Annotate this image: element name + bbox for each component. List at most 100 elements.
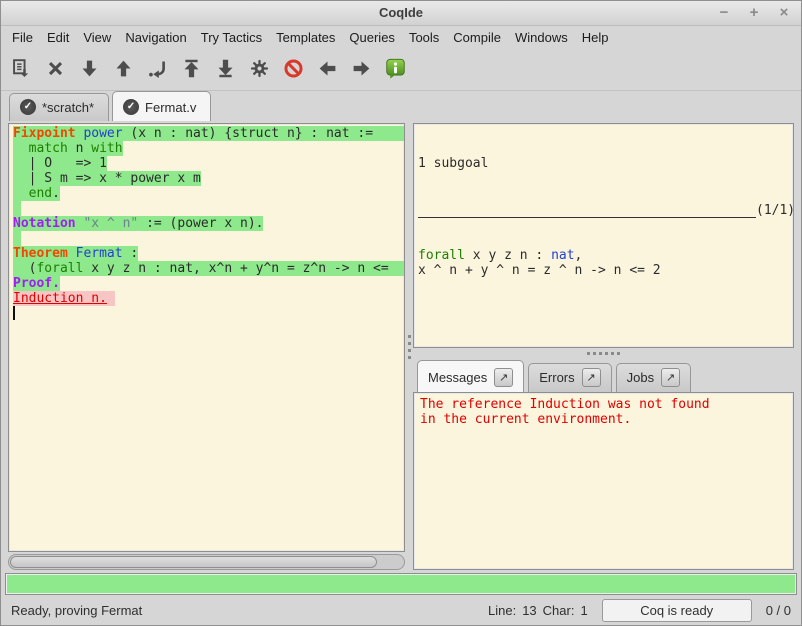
toolbar-button-info-bubble[interactable] [383,58,407,82]
code-line: | S m => x * power x m [13,171,404,186]
processed-blank-strip [13,231,21,246]
toolbar-button-page-with-down-arrow[interactable] [9,58,33,82]
goal-statement: forall x y z n : nat,x ^ n + y ^ n = z ^… [418,248,789,278]
toolbar-button-curved-arrow-to-dot[interactable] [145,58,169,82]
toolbar-button-arrow-to-top[interactable] [179,58,203,82]
processed-region: Fixpoint power (x n : nat) {struct n} : … [13,126,404,141]
detach-button[interactable]: ↗ [494,368,513,387]
code-segment: Notation [13,216,76,231]
code-line: | O => 1 [13,156,404,171]
titlebar[interactable]: CoqIde −+× [1,1,801,26]
toolbar-button-close-x[interactable] [43,58,67,82]
detach-button[interactable]: ↗ [661,368,680,387]
tab-errors[interactable]: Errors↗ [528,363,611,392]
code-segment: end [29,186,52,201]
toolbar-button-arrow-right[interactable] [349,58,373,82]
code-segment: with [91,141,122,156]
processed-region: (forall x y z n : nat, x^n + y^n = z^n -… [13,261,404,276]
menu-navigation[interactable]: Navigation [118,28,193,47]
scrollbar-thumb[interactable] [10,556,377,568]
menu-try-tactics[interactable]: Try Tactics [194,28,269,47]
window-controls: −+ × [715,2,793,24]
detach-button[interactable]: ↗ [582,368,601,387]
messages-notebook: Messages↗Errors↗Jobs↗ The reference Indu… [413,359,794,570]
code-segment: ( [13,261,36,276]
toolbar-button-arrow-up[interactable] [111,58,135,82]
code-segment: := (power x n). [138,216,263,231]
code-segment [13,186,29,201]
maximize-button[interactable]: + [745,2,763,24]
code-segment: "x ^ n" [83,216,138,231]
horizontal-splitter[interactable] [413,348,794,359]
menu-help[interactable]: Help [575,28,616,47]
processed-region: Notation "x ^ n" := (power x n). [13,216,263,231]
tab-messages[interactable]: Messages ↗ [417,360,524,392]
main-area: Fixpoint power (x n : nat) {struct n} : … [1,121,801,570]
horizontal-scrollbar[interactable] [8,554,405,570]
messages-tab-label: Messages [428,370,487,385]
vertical-splitter[interactable] [405,123,413,570]
minimize-button[interactable]: − [715,2,733,24]
status-bar: Ready, proving Fermat Line: 13 Char: 1 C… [1,596,801,625]
goal-pane[interactable]: 1 subgoal (1/1) forall x y z n : nat,x ^… [413,123,794,348]
code-segment: x ^ n + y ^ n = z ^ n -> n <= 2 [418,263,661,278]
goal-line: x ^ n + y ^ n = z ^ n -> n <= 2 [418,263,789,278]
tab-jobs[interactable]: Jobs↗ [616,363,691,392]
processed-region: | S m => x * power x m [13,171,201,186]
toolbar-button-prohibition[interactable] [281,58,305,82]
menu-view[interactable]: View [76,28,118,47]
messages-tab-bar: Messages↗Errors↗Jobs↗ [413,359,794,392]
code-segment: x y z n : nat, x^n + y^n = z^n -> n <= [83,261,388,276]
menu-file[interactable]: File [5,28,40,47]
progress-bar [5,573,797,595]
menu-queries[interactable]: Queries [342,28,402,47]
sentence-counter: 0 / 0 [766,603,791,618]
editor-tab-fermat-v[interactable]: ✓Fermat.v [112,91,211,121]
toolbar-button-arrow-down[interactable] [77,58,101,82]
toolbar-button-gear[interactable] [247,58,271,82]
code-segment: power [83,126,122,141]
menu-compile[interactable]: Compile [446,28,508,47]
coq-status-button[interactable]: Coq is ready [602,599,752,622]
coqide-window: CoqIde −+× FileEditViewNavigationTry Tac… [0,0,802,626]
toolbar [1,49,801,91]
code-segment [13,141,29,156]
code-line: end. [13,186,404,201]
char-label: Char: [543,603,575,618]
code-segment: Fermat [76,246,123,261]
editor-tab-label: *scratch* [42,100,94,115]
editor-tab-label: Fermat.v [145,100,196,115]
code-segment: , [575,248,583,263]
curved-arrow-to-dot-icon [147,58,168,82]
close-button[interactable]: × [775,2,793,24]
editor-column: Fixpoint power (x n : nat) {struct n} : … [8,123,405,570]
goal-counter: (1/1) [756,203,794,218]
menu-edit[interactable]: Edit [40,28,76,47]
status-message: Ready, proving Fermat [11,603,488,618]
char-value: 1 [580,603,587,618]
line-label: Line: [488,603,516,618]
code-segment: Induction n. [13,291,107,306]
gear-icon [249,58,270,82]
info-bubble-icon [385,58,406,82]
messages-pane[interactable]: The reference Induction was not foundin … [413,392,794,570]
code-segment: forall [36,261,83,276]
code-segment: x y z n : [465,248,551,263]
splitter-dot [605,352,608,355]
splitter-dot [408,356,411,359]
processed-region: end. [13,186,60,201]
toolbar-button-arrow-to-bottom[interactable] [213,58,237,82]
menu-tools[interactable]: Tools [402,28,446,47]
splitter-dot [617,352,620,355]
code-segment: n [68,141,91,156]
menu-windows[interactable]: Windows [508,28,575,47]
splitter-dot [587,352,590,355]
menu-templates[interactable]: Templates [269,28,342,47]
code-segment: Fixpoint [13,126,76,141]
script-editor[interactable]: Fixpoint power (x n : nat) {struct n} : … [8,123,405,552]
code-line: (forall x y z n : nat, x^n + y^n = z^n -… [13,261,404,276]
toolbar-button-arrow-left[interactable] [315,58,339,82]
arrow-up-right-icon: ↗ [587,371,596,384]
editor-tab--scratch-[interactable]: ✓*scratch* [9,93,109,121]
code-line: Induction n. [13,291,404,306]
